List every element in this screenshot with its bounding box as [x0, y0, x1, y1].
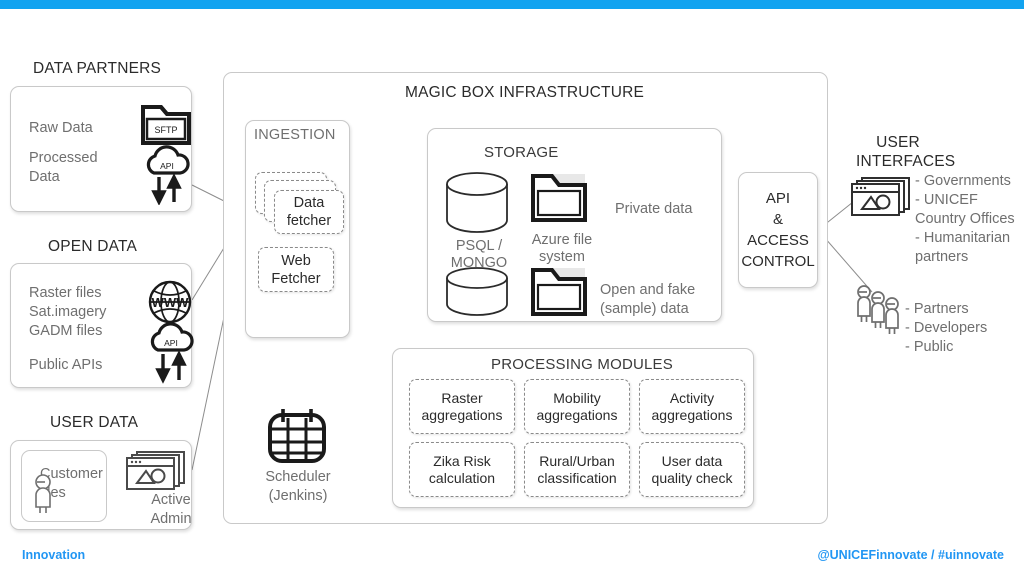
sftp-folder-icon: SFTP	[141, 105, 191, 145]
module-label: Raster aggregations	[421, 389, 503, 423]
browser-window-icon	[851, 177, 910, 216]
raw-data-label: Raw Data	[29, 120, 93, 136]
processing-modules-title: PROCESSING MODULES	[491, 356, 673, 373]
module-mobility-aggregations[interactable]: Mobility aggregations	[524, 379, 630, 434]
scheduler-label: Scheduler (Jenkins)	[265, 469, 331, 504]
open-fake-data-label: Open and fake (sample) data	[600, 282, 696, 317]
module-label: Rural/Urban classification	[537, 452, 617, 486]
svg-text:SFTP: SFTP	[154, 125, 177, 135]
user-interfaces-title: USER INTERFACES	[856, 134, 956, 170]
infrastructure-title: MAGIC BOX INFRASTRUCTURE	[405, 84, 645, 101]
svg-text:API: API	[164, 338, 178, 348]
open-data-files-label: Raster files Sat.imagery GADM files	[29, 285, 107, 339]
database-cylinder-icon	[446, 172, 508, 233]
user-interfaces-consumers: - Governments - UNICEF Country Offices -…	[915, 173, 1015, 265]
footer-innovation-label: Innovation	[22, 548, 86, 562]
api-access-control-label: API & ACCESS CONTROL	[741, 190, 815, 270]
ingestion-title: INGESTION	[254, 127, 336, 143]
storage-title: STORAGE	[484, 144, 559, 161]
web-fetcher-label: Web Fetcher	[271, 252, 321, 287]
module-raster-aggregations[interactable]: Raster aggregations	[409, 379, 515, 434]
person-icon	[35, 474, 51, 513]
public-apis-label: Public APIs	[29, 357, 103, 373]
folder-icon	[531, 268, 587, 316]
www-globe-icon: WWW	[148, 280, 192, 324]
api-access-control-box[interactable]: API & ACCESS CONTROL	[738, 172, 818, 288]
api-cloud-icon: API	[150, 322, 194, 384]
data-partners-title: DATA PARTNERS	[33, 60, 162, 77]
browser-window-icon	[126, 451, 185, 490]
active-admin-label: Active Admin	[150, 492, 192, 527]
private-data-label: Private data	[615, 201, 693, 217]
data-fetcher-box[interactable]: Data fetcher	[274, 190, 344, 234]
user-data-title: USER DATA	[50, 414, 139, 431]
folder-icon	[531, 174, 587, 222]
module-zika-risk-calculation[interactable]: Zika Risk calculation	[409, 442, 515, 497]
data-partners-card[interactable]: Raw Data Processed Data SFTP API	[10, 86, 192, 212]
module-activity-aggregations[interactable]: Activity aggregations	[639, 379, 745, 434]
module-user-data-quality-check[interactable]: User data quality check	[639, 442, 745, 497]
module-label: User data quality check	[651, 452, 733, 486]
open-data-title: OPEN DATA	[48, 238, 138, 255]
top-accent-bar	[0, 0, 1024, 9]
svg-text:API: API	[160, 161, 174, 171]
processed-data-label: Processed Data	[29, 150, 98, 185]
people-group-icon	[857, 285, 899, 334]
customer-files-box[interactable]: Customer files	[21, 450, 107, 522]
svg-text:WWW: WWW	[152, 295, 190, 310]
data-fetcher-label: Data fetcher	[286, 195, 332, 229]
user-data-card[interactable]: Customer files Active Admin	[10, 440, 192, 530]
api-cloud-icon: API	[146, 145, 190, 205]
module-label: Mobility aggregations	[536, 389, 618, 423]
database-cylinder-icon	[446, 267, 508, 316]
user-interfaces-audience: - Partners - Developers - Public	[905, 301, 988, 355]
module-label: Zika Risk calculation	[428, 452, 496, 486]
web-fetcher-box[interactable]: Web Fetcher	[258, 247, 334, 292]
module-label: Activity aggregations	[651, 389, 733, 423]
calendar-grid-icon	[268, 409, 326, 463]
footer-social-handles: @UNICEFinnovate / #uinnovate	[817, 548, 1004, 562]
azure-fs-label: Azure file system	[531, 232, 593, 265]
module-rural-urban-classification[interactable]: Rural/Urban classification	[524, 442, 630, 497]
open-data-card[interactable]: Raster files Sat.imagery GADM files Publ…	[10, 263, 194, 388]
